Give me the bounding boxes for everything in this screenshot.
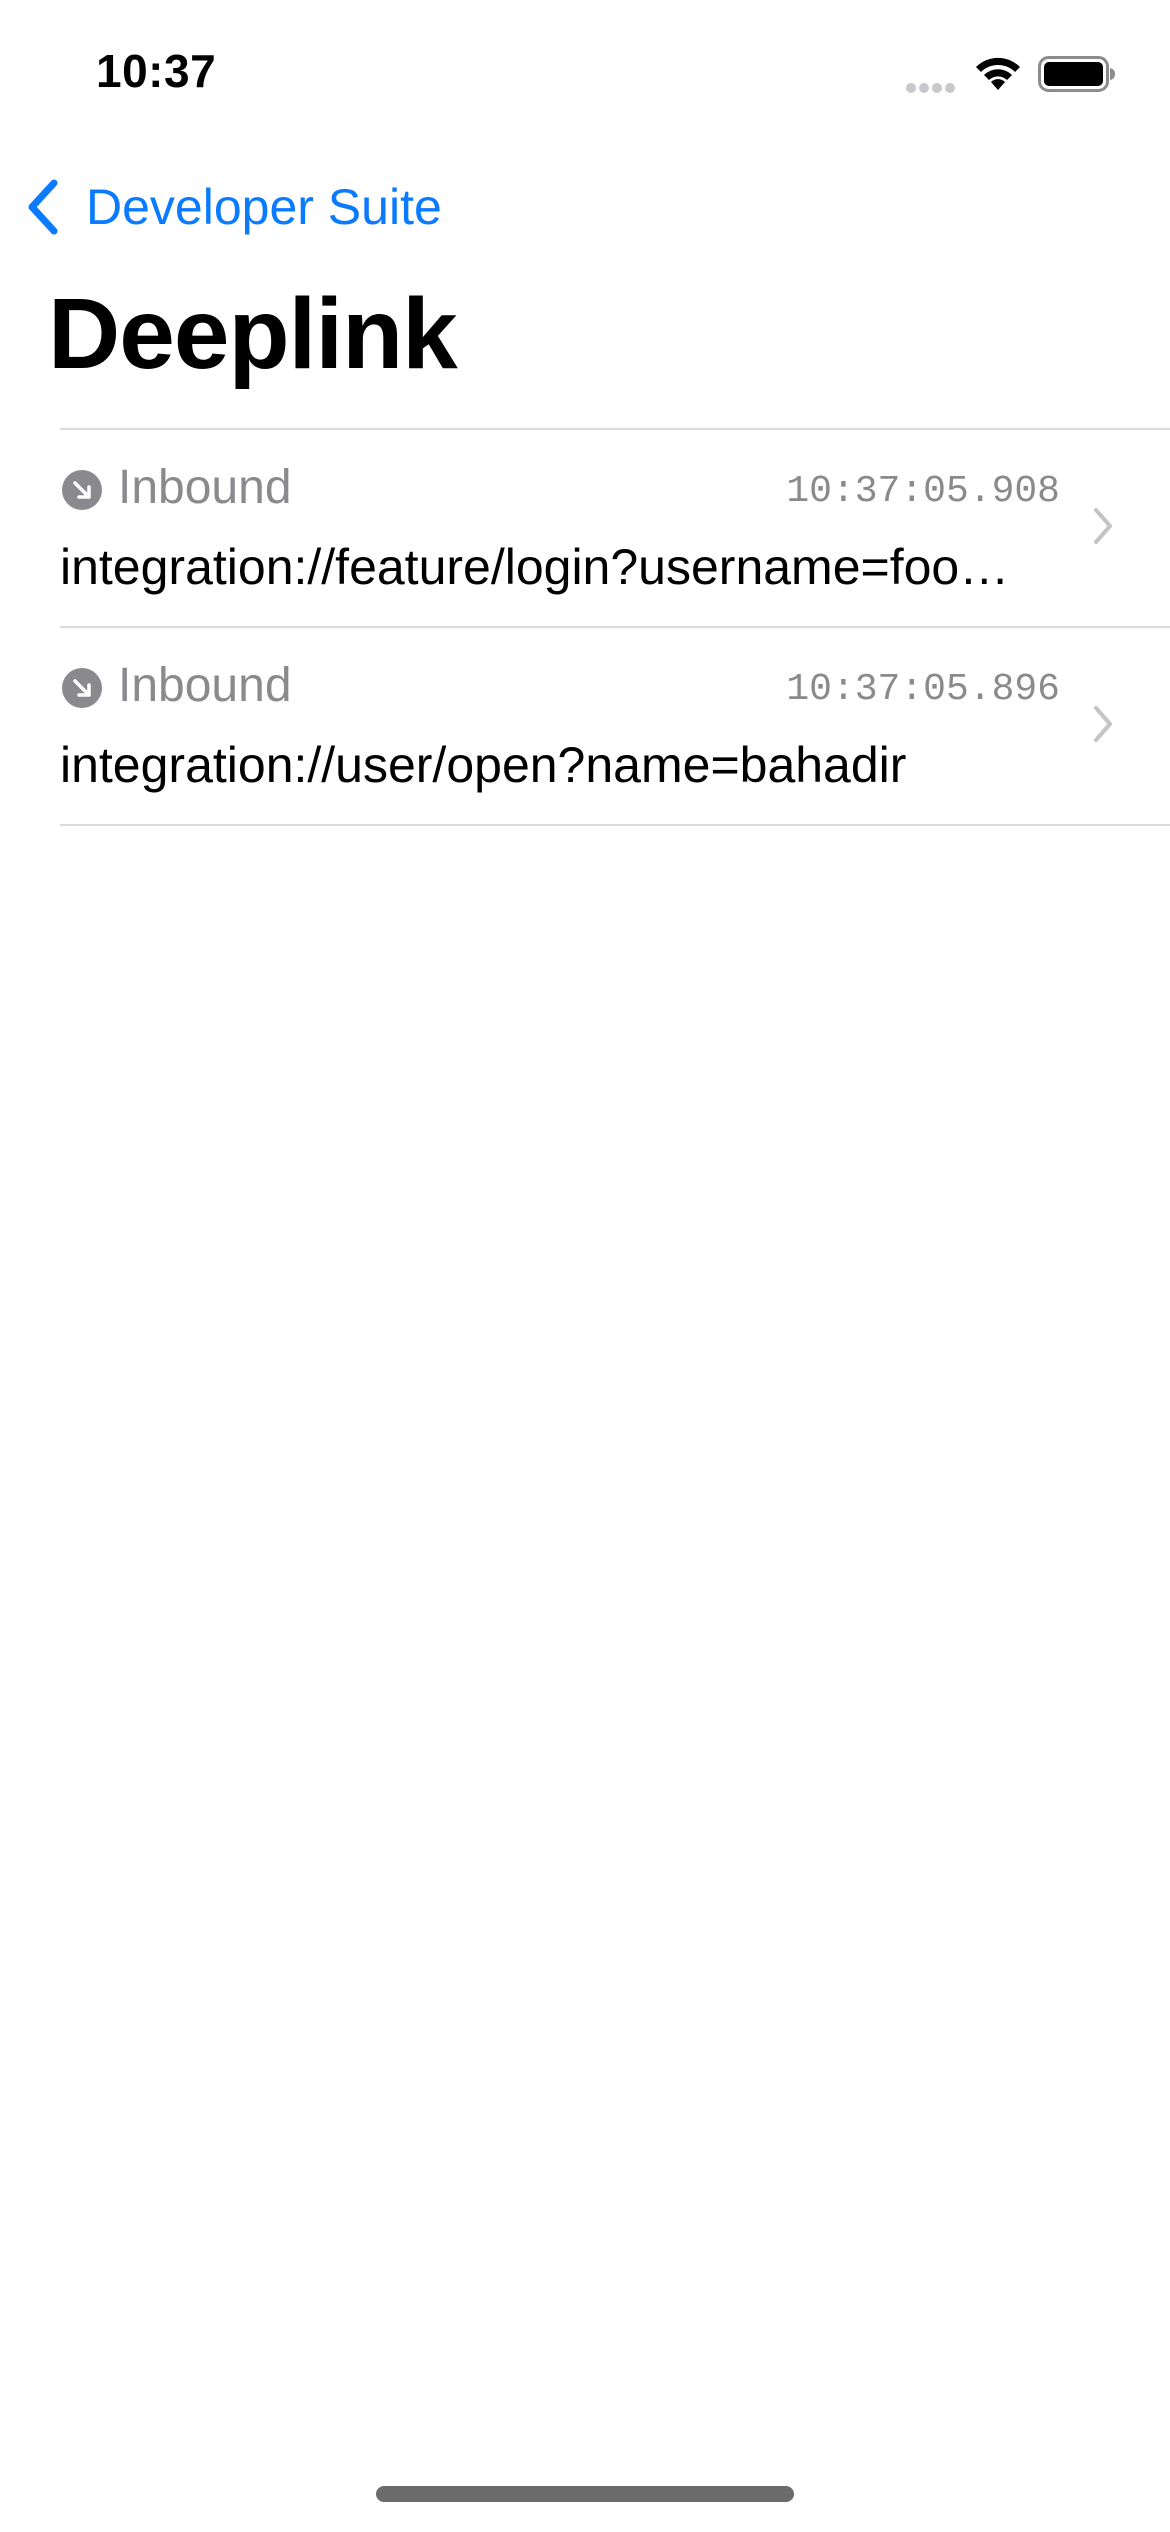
page-title: Deeplink	[48, 278, 458, 390]
arrow-down-right-circle-icon	[62, 668, 102, 708]
home-indicator[interactable]	[376, 2486, 794, 2502]
back-button-label: Developer Suite	[86, 179, 442, 235]
battery-icon	[1038, 56, 1115, 92]
chevron-right-icon	[1094, 706, 1112, 742]
list-separator	[60, 824, 1170, 826]
deeplink-url: integration://feature/login?username=foo…	[60, 539, 1030, 595]
wifi-icon	[976, 57, 1020, 90]
list-item[interactable]: Inbound 10:37:05.896 integration://user/…	[60, 628, 1170, 824]
status-time: 10:37	[96, 45, 217, 97]
timestamp: 10:37:05.896	[786, 668, 1060, 711]
chevron-right-icon	[1094, 508, 1112, 544]
deeplink-list: Inbound 10:37:05.908 integration://featu…	[60, 428, 1170, 826]
cellular-signal-icon	[906, 80, 960, 93]
list-item[interactable]: Inbound 10:37:05.908 integration://featu…	[60, 430, 1170, 626]
arrow-down-right-circle-icon	[62, 470, 102, 510]
direction-label: Inbound	[118, 659, 292, 712]
timestamp: 10:37:05.908	[786, 470, 1060, 513]
deeplink-url: integration://user/open?name=bahadir	[60, 737, 907, 793]
back-button[interactable]: Developer Suite	[24, 170, 442, 244]
direction-label: Inbound	[118, 461, 292, 514]
status-bar: 10:37	[0, 0, 1170, 150]
chevron-left-icon	[28, 179, 58, 235]
